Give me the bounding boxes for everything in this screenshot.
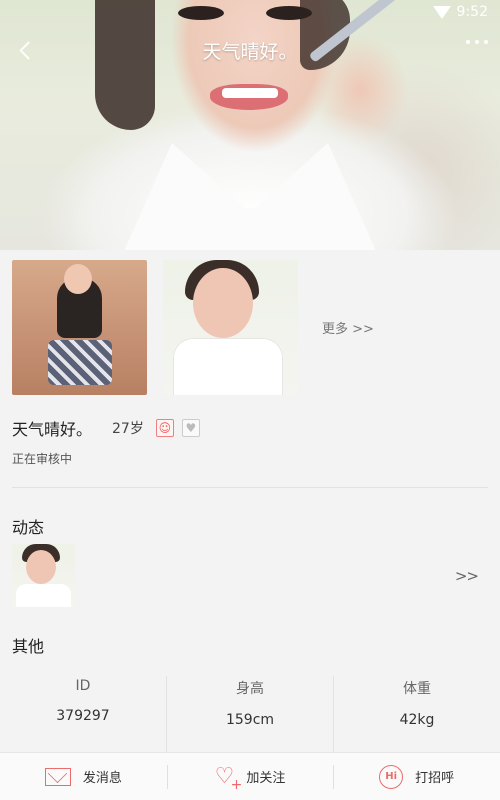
stat-height: 身高 159cm [166, 676, 333, 756]
stat-label: 身高 [236, 681, 264, 697]
more-options-icon[interactable] [466, 40, 488, 44]
stat-value: 159cm [225, 712, 275, 728]
top-bar: 天气晴好。 [0, 30, 500, 70]
heart-badge-icon: ♥ [181, 419, 200, 437]
gallery-photo[interactable] [12, 260, 147, 395]
photo-gallery: 更多 >> [12, 260, 374, 395]
action-label: 加关注 [246, 771, 286, 786]
hi-icon: Hi [379, 764, 404, 789]
profile-info: 天气晴好。 27岁 ☺ ♥ [12, 416, 200, 440]
status-bar: 9:52 [432, 4, 488, 20]
profile-name: 天气晴好。 [12, 420, 93, 439]
send-message-button[interactable]: 发消息 [0, 753, 167, 800]
divider [12, 487, 488, 488]
more-photos-link[interactable]: 更多 >> [322, 318, 374, 337]
action-label: 发消息 [82, 771, 122, 786]
mail-icon [44, 767, 71, 786]
other-title: 其他 [12, 637, 45, 656]
action-label: 打招呼 [415, 771, 455, 786]
bottom-action-bar: 发消息 ♡ + 加关注 Hi 打招呼 [0, 752, 500, 800]
profile-age: 27岁 [112, 421, 144, 437]
avatar-verified-icon: ☺ [155, 419, 174, 437]
back-button[interactable] [12, 36, 40, 64]
heart-plus-icon: ♡ + [214, 763, 243, 793]
say-hi-button[interactable]: Hi 打招呼 [333, 753, 500, 800]
gallery-photo[interactable] [163, 260, 298, 395]
follow-button[interactable]: ♡ + 加关注 [166, 753, 334, 800]
stat-weight: 体重 42kg [333, 676, 500, 756]
wifi-icon [432, 5, 451, 19]
status-time: 9:52 [456, 4, 488, 20]
stat-label: 体重 [403, 681, 431, 697]
stat-label: ID [75, 678, 91, 694]
stat-value: 42kg [399, 712, 435, 728]
page-title: 天气晴好。 [202, 40, 298, 63]
dynamics-thumbnail[interactable] [12, 544, 75, 607]
review-status: 正在审核中 [12, 452, 73, 466]
dynamics-title: 动态 [12, 518, 45, 537]
stat-id: ID 379297 [0, 676, 166, 756]
dynamics-more-arrow[interactable]: >> [455, 567, 479, 585]
stat-value: 379297 [56, 708, 110, 724]
stats-table: ID 379297 身高 159cm 体重 42kg [0, 676, 500, 756]
